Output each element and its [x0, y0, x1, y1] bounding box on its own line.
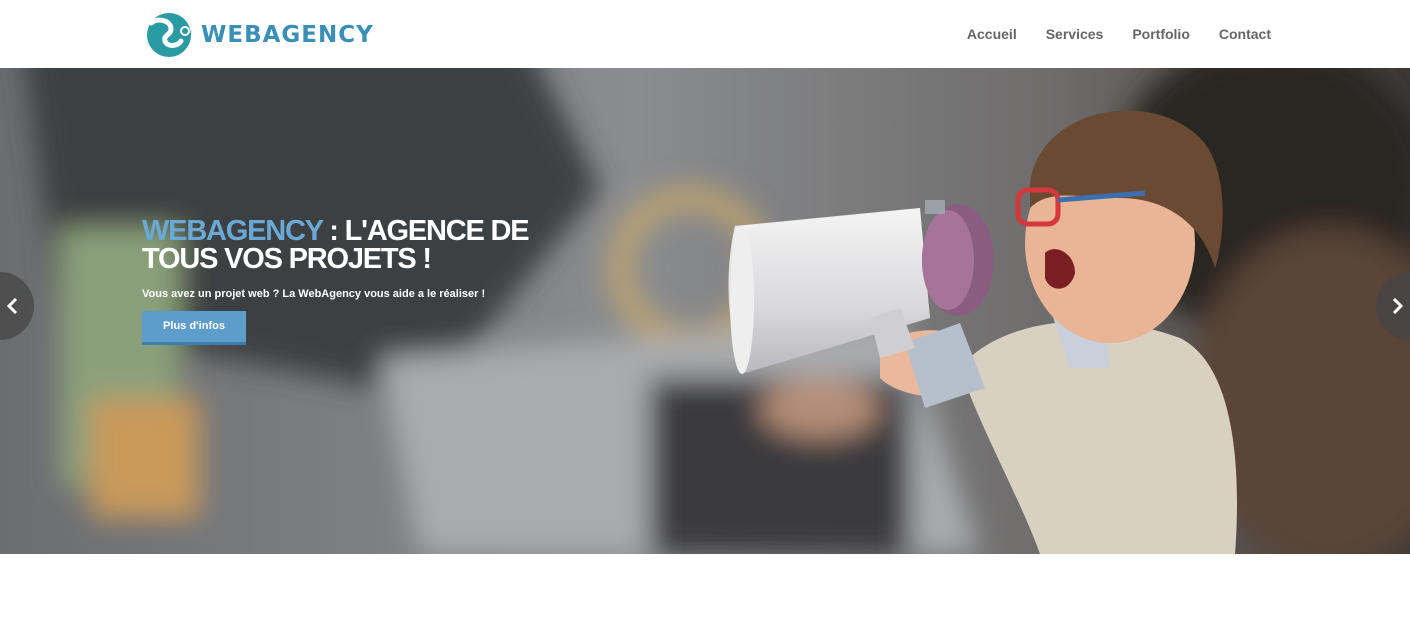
chevron-right-icon [1392, 298, 1404, 314]
nav-contact[interactable]: Contact [1219, 26, 1271, 42]
swirl-logo-icon [147, 13, 191, 57]
hero-slider: WEBAGENCY : L'AGENCE DE TOUS VOS PROJETS… [0, 68, 1410, 554]
nav-portfolio[interactable]: Portfolio [1132, 26, 1190, 42]
more-info-button[interactable]: Plus d'infos [142, 311, 246, 345]
chevron-left-icon [6, 298, 18, 314]
hero-subtitle: Vous avez un projet web ? La WebAgency v… [142, 288, 486, 300]
logo[interactable]: WEBAGENCY [145, 11, 374, 59]
main-nav: Accueil Services Portfolio Contact [938, 26, 1271, 42]
site-header: WEBAGENCY Accueil Services Portfolio Con… [0, 0, 1410, 68]
hero-title: WEBAGENCY : L'AGENCE DE TOUS VOS PROJETS… [142, 217, 602, 274]
nav-services[interactable]: Services [1046, 26, 1104, 42]
logo-text: WEBAGENCY [201, 22, 374, 48]
hero-caption: WEBAGENCY : L'AGENCE DE TOUS VOS PROJETS… [142, 217, 602, 345]
nav-accueil[interactable]: Accueil [967, 26, 1017, 42]
